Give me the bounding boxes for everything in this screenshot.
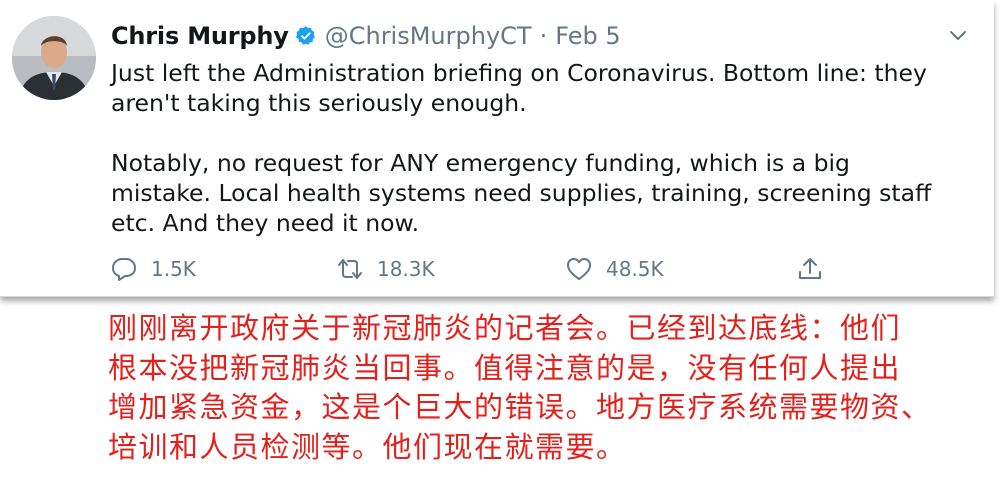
avatar-photo	[12, 16, 96, 100]
like-count: 48.5K	[606, 257, 664, 281]
tweet-paragraph: Just left the Administration briefing on…	[111, 59, 927, 117]
tweet-paragraph: Notably, no request for ANY emergency fu…	[111, 149, 932, 237]
like-icon	[567, 258, 591, 280]
author-handle[interactable]: @ChrisMurphyCT	[325, 22, 532, 50]
reply-icon	[112, 258, 136, 281]
translation-line: 根本没把新冠肺炎当回事。值得注意的是，没有任何人提出	[108, 350, 902, 385]
like-button[interactable]: 48.5K	[566, 254, 664, 284]
translation-line: 培训和人员检测等。他们现在就需要。	[108, 429, 627, 464]
translation-line: 增加紧急资金，这是个巨大的错误。地方医疗系统需要物资、	[108, 390, 932, 424]
tweet-actions: 1.5K 18.3K 48.5K	[111, 254, 851, 284]
tweet-card: Chris Murphy @ChrisMurphyCT · Feb 5 Just…	[0, 0, 994, 297]
retweet-count: 18.3K	[377, 257, 435, 281]
chinese-translation: 刚刚离开政府关于新冠肺炎的记者会。已经到达底线：他们 根本没把新冠肺炎当回事。值…	[108, 309, 988, 467]
share-button[interactable]	[797, 254, 823, 284]
tweet-text: Just left the Administration briefing on…	[111, 58, 971, 238]
verified-badge-icon	[295, 25, 317, 47]
author-name[interactable]: Chris Murphy	[111, 22, 289, 50]
avatar[interactable]	[12, 16, 96, 100]
share-icon	[799, 258, 821, 279]
tweet-date[interactable]: Feb 5	[555, 22, 620, 50]
reply-count: 1.5K	[151, 257, 196, 281]
reply-button[interactable]: 1.5K	[111, 254, 196, 284]
retweet-icon	[338, 259, 362, 279]
retweet-button[interactable]: 18.3K	[337, 254, 435, 284]
chevron-down-icon[interactable]	[948, 26, 968, 46]
separator-dot: ·	[539, 22, 548, 50]
translation-line: 刚刚离开政府关于新冠肺炎的记者会。已经到达底线：他们	[108, 311, 902, 345]
tweet-header: Chris Murphy @ChrisMurphyCT · Feb 5	[111, 18, 621, 54]
